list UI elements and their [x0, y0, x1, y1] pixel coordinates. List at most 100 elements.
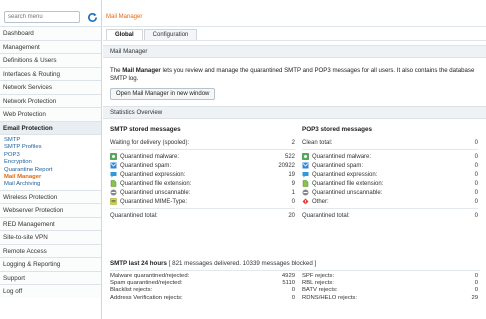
open-mail-manager-button[interactable]: Open Mail Manager in new window: [110, 88, 216, 100]
pop3-clean-value: 0: [474, 139, 478, 146]
sidebar-item-network-services[interactable]: Network Services: [0, 80, 101, 94]
submenu-item-encryption[interactable]: Encryption: [4, 159, 101, 166]
pop3-file-extension-label: Quarantined file extension:: [312, 180, 384, 187]
pop3-expression-row: Quarantined expression: 0: [302, 170, 478, 179]
desc-pre: The: [110, 67, 123, 74]
pop3-spam-row: Quarantined spam: 0: [302, 161, 478, 170]
last24-value: 0: [474, 280, 478, 287]
pop3-spam-label: Quarantined spam:: [312, 162, 364, 169]
smtp-unscannable-label: Quarantined unscannable:: [120, 189, 191, 196]
search-menu-input[interactable]: [4, 11, 80, 23]
sidebar-item-remote-access[interactable]: Remote Access: [0, 243, 101, 258]
desc-bold: Mail Manager: [122, 67, 161, 74]
smtp-last-24-hours: SMTP last 24 hours [ 821 messages delive…: [110, 260, 480, 273]
smtp-expression-label: Quarantined expression:: [120, 171, 186, 178]
sidebar-item-log-off[interactable]: Log off: [0, 284, 101, 298]
smtp-unscannable-row: Quarantined unscannable: 1: [110, 188, 295, 197]
pop3-spam-value: 0: [474, 162, 478, 169]
smtp-total-row: Quarantined total: 20: [110, 211, 295, 220]
mail-manager-panel-title: Mail Manager: [103, 45, 486, 58]
submenu-item-pop3[interactable]: POP3: [4, 152, 101, 159]
pop3-stats: POP3 stored messages Clean total: 0 Quar…: [302, 119, 478, 220]
divider: [110, 149, 295, 150]
main-content: Global Configuration Mail Manager The Ma…: [103, 26, 486, 319]
submenu-item-smtp-profiles[interactable]: SMTP Profiles: [4, 144, 101, 151]
pop3-file-extension-row: Quarantined file extension: 0: [302, 179, 478, 188]
sidebar-item-webserver-protection[interactable]: Webserver Protection: [0, 203, 101, 217]
last24-row: RBL rejects: 0: [302, 280, 478, 287]
pop3-malware-value: 0: [474, 153, 478, 160]
pop3-other-label: Other:: [312, 198, 329, 205]
sidebar-item-logging-reporting[interactable]: Logging & Reporting: [0, 257, 101, 271]
sidebar-item-definitions-users[interactable]: Definitions & Users: [0, 53, 101, 67]
mail-manager-description: The Mail Manager lets you review and man…: [103, 58, 486, 83]
submenu-item-quarantine-report[interactable]: Quarantine Report: [4, 167, 101, 174]
sidebar-item-support[interactable]: Support: [0, 270, 101, 285]
pop3-other-value: 0: [474, 198, 478, 205]
last24-row: SPF rejects: 0: [302, 273, 478, 280]
last24-label: Blacklist rejects:: [110, 287, 153, 294]
last24-row: Blacklist rejects: 0: [110, 287, 295, 294]
unscannable-icon: [302, 189, 309, 196]
smtp-malware-row: Quarantined malware: 522: [110, 152, 295, 161]
smtp-file-extension-label: Quarantined file extension:: [120, 180, 192, 187]
pop3-expression-value: 0: [474, 171, 478, 178]
sidebar-item-management[interactable]: Management: [0, 39, 101, 53]
divider: [110, 270, 480, 271]
sidebar-top-list: Dashboard Management Definitions & Users…: [0, 26, 101, 134]
smtp-unscannable-value: 1: [291, 189, 295, 196]
last24-value: 4929: [281, 273, 295, 279]
sidebar-item-dashboard[interactable]: Dashboard: [0, 26, 101, 40]
sidebar-item-red-management[interactable]: RED Management: [0, 216, 101, 231]
smtp-waiting-label: Waiting for delivery (spooled):: [110, 139, 190, 146]
pop3-clean-label: Clean total:: [302, 139, 333, 146]
pop3-unscannable-label: Quarantined unscannable:: [312, 189, 383, 196]
smtp-waiting-row: Waiting for delivery (spooled): 2: [110, 138, 295, 147]
last24-label: RDNS/HELO rejects:: [302, 294, 357, 301]
pop3-unscannable-row: Quarantined unscannable: 0: [302, 188, 478, 197]
sidebar-item-network-protection[interactable]: Network Protection: [0, 93, 101, 107]
last24-summary: [ 821 messages delivered. 10339 messages…: [166, 260, 317, 267]
file-extension-icon: [302, 180, 309, 187]
file-extension-icon: [110, 180, 117, 187]
smtp-malware-value: 522: [284, 153, 295, 160]
divider: [110, 208, 295, 209]
tab-global[interactable]: Global: [106, 29, 143, 40]
last24-label: SPF rejects:: [302, 273, 335, 279]
sidebar-item-wireless-protection[interactable]: Wireless Protection: [0, 189, 101, 204]
last24-row: Spam quarantined/rejected: 5110: [110, 280, 295, 287]
submenu-item-smtp[interactable]: SMTP: [4, 137, 101, 144]
last24-value: 0: [474, 287, 478, 294]
spam-icon: [302, 162, 309, 169]
last24-row: Address Verification rejects: 0: [110, 295, 295, 302]
sidebar-item-interfaces-routing[interactable]: Interfaces & Routing: [0, 66, 101, 80]
statistics-body: SMTP stored messages Waiting for deliver…: [103, 119, 486, 309]
pop3-malware-label: Quarantined malware:: [312, 153, 372, 160]
desc-post: lets you review and manage the quarantin…: [110, 67, 475, 82]
statistics-panel: Statistics Overview SMTP stored messages…: [103, 106, 486, 309]
pop3-total-value: 0: [474, 212, 478, 219]
smtp-expression-row: Quarantined expression: 19: [110, 170, 295, 179]
smtp-total-value: 20: [288, 212, 295, 219]
submenu-item-mail-manager[interactable]: Mail Manager: [4, 174, 101, 181]
divider: [302, 208, 478, 209]
sidebar: Dashboard Management Definitions & Users…: [0, 0, 102, 319]
tab-configuration[interactable]: Configuration: [143, 29, 198, 40]
sidebar-item-web-protection[interactable]: Web Protection: [0, 107, 101, 121]
submenu-item-mail-archiving[interactable]: Mail Archiving: [4, 181, 101, 188]
smtp-expression-value: 19: [288, 171, 295, 178]
last24-row: RDNS/HELO rejects: 29: [302, 295, 478, 302]
refresh-icon[interactable]: [87, 12, 98, 23]
unscannable-icon: [110, 189, 117, 196]
last24-label: Spam quarantined/rejected:: [110, 280, 183, 287]
last24-label: RBL rejects:: [302, 280, 334, 287]
sidebar-item-email-protection[interactable]: Email Protection: [0, 120, 101, 134]
pop3-file-extension-value: 0: [474, 180, 478, 187]
smtp-waiting-value: 2: [291, 139, 295, 146]
smtp-heading: SMTP stored messages: [110, 126, 181, 133]
smtp-file-extension-value: 9: [291, 180, 295, 187]
search-area: [0, 0, 101, 26]
sidebar-item-site-to-site-vpn[interactable]: Site-to-site VPN: [0, 230, 101, 244]
smtp-mime-label: Quarantined MIME-Type:: [120, 198, 188, 205]
pop3-total-label: Quarantined total:: [302, 212, 350, 219]
